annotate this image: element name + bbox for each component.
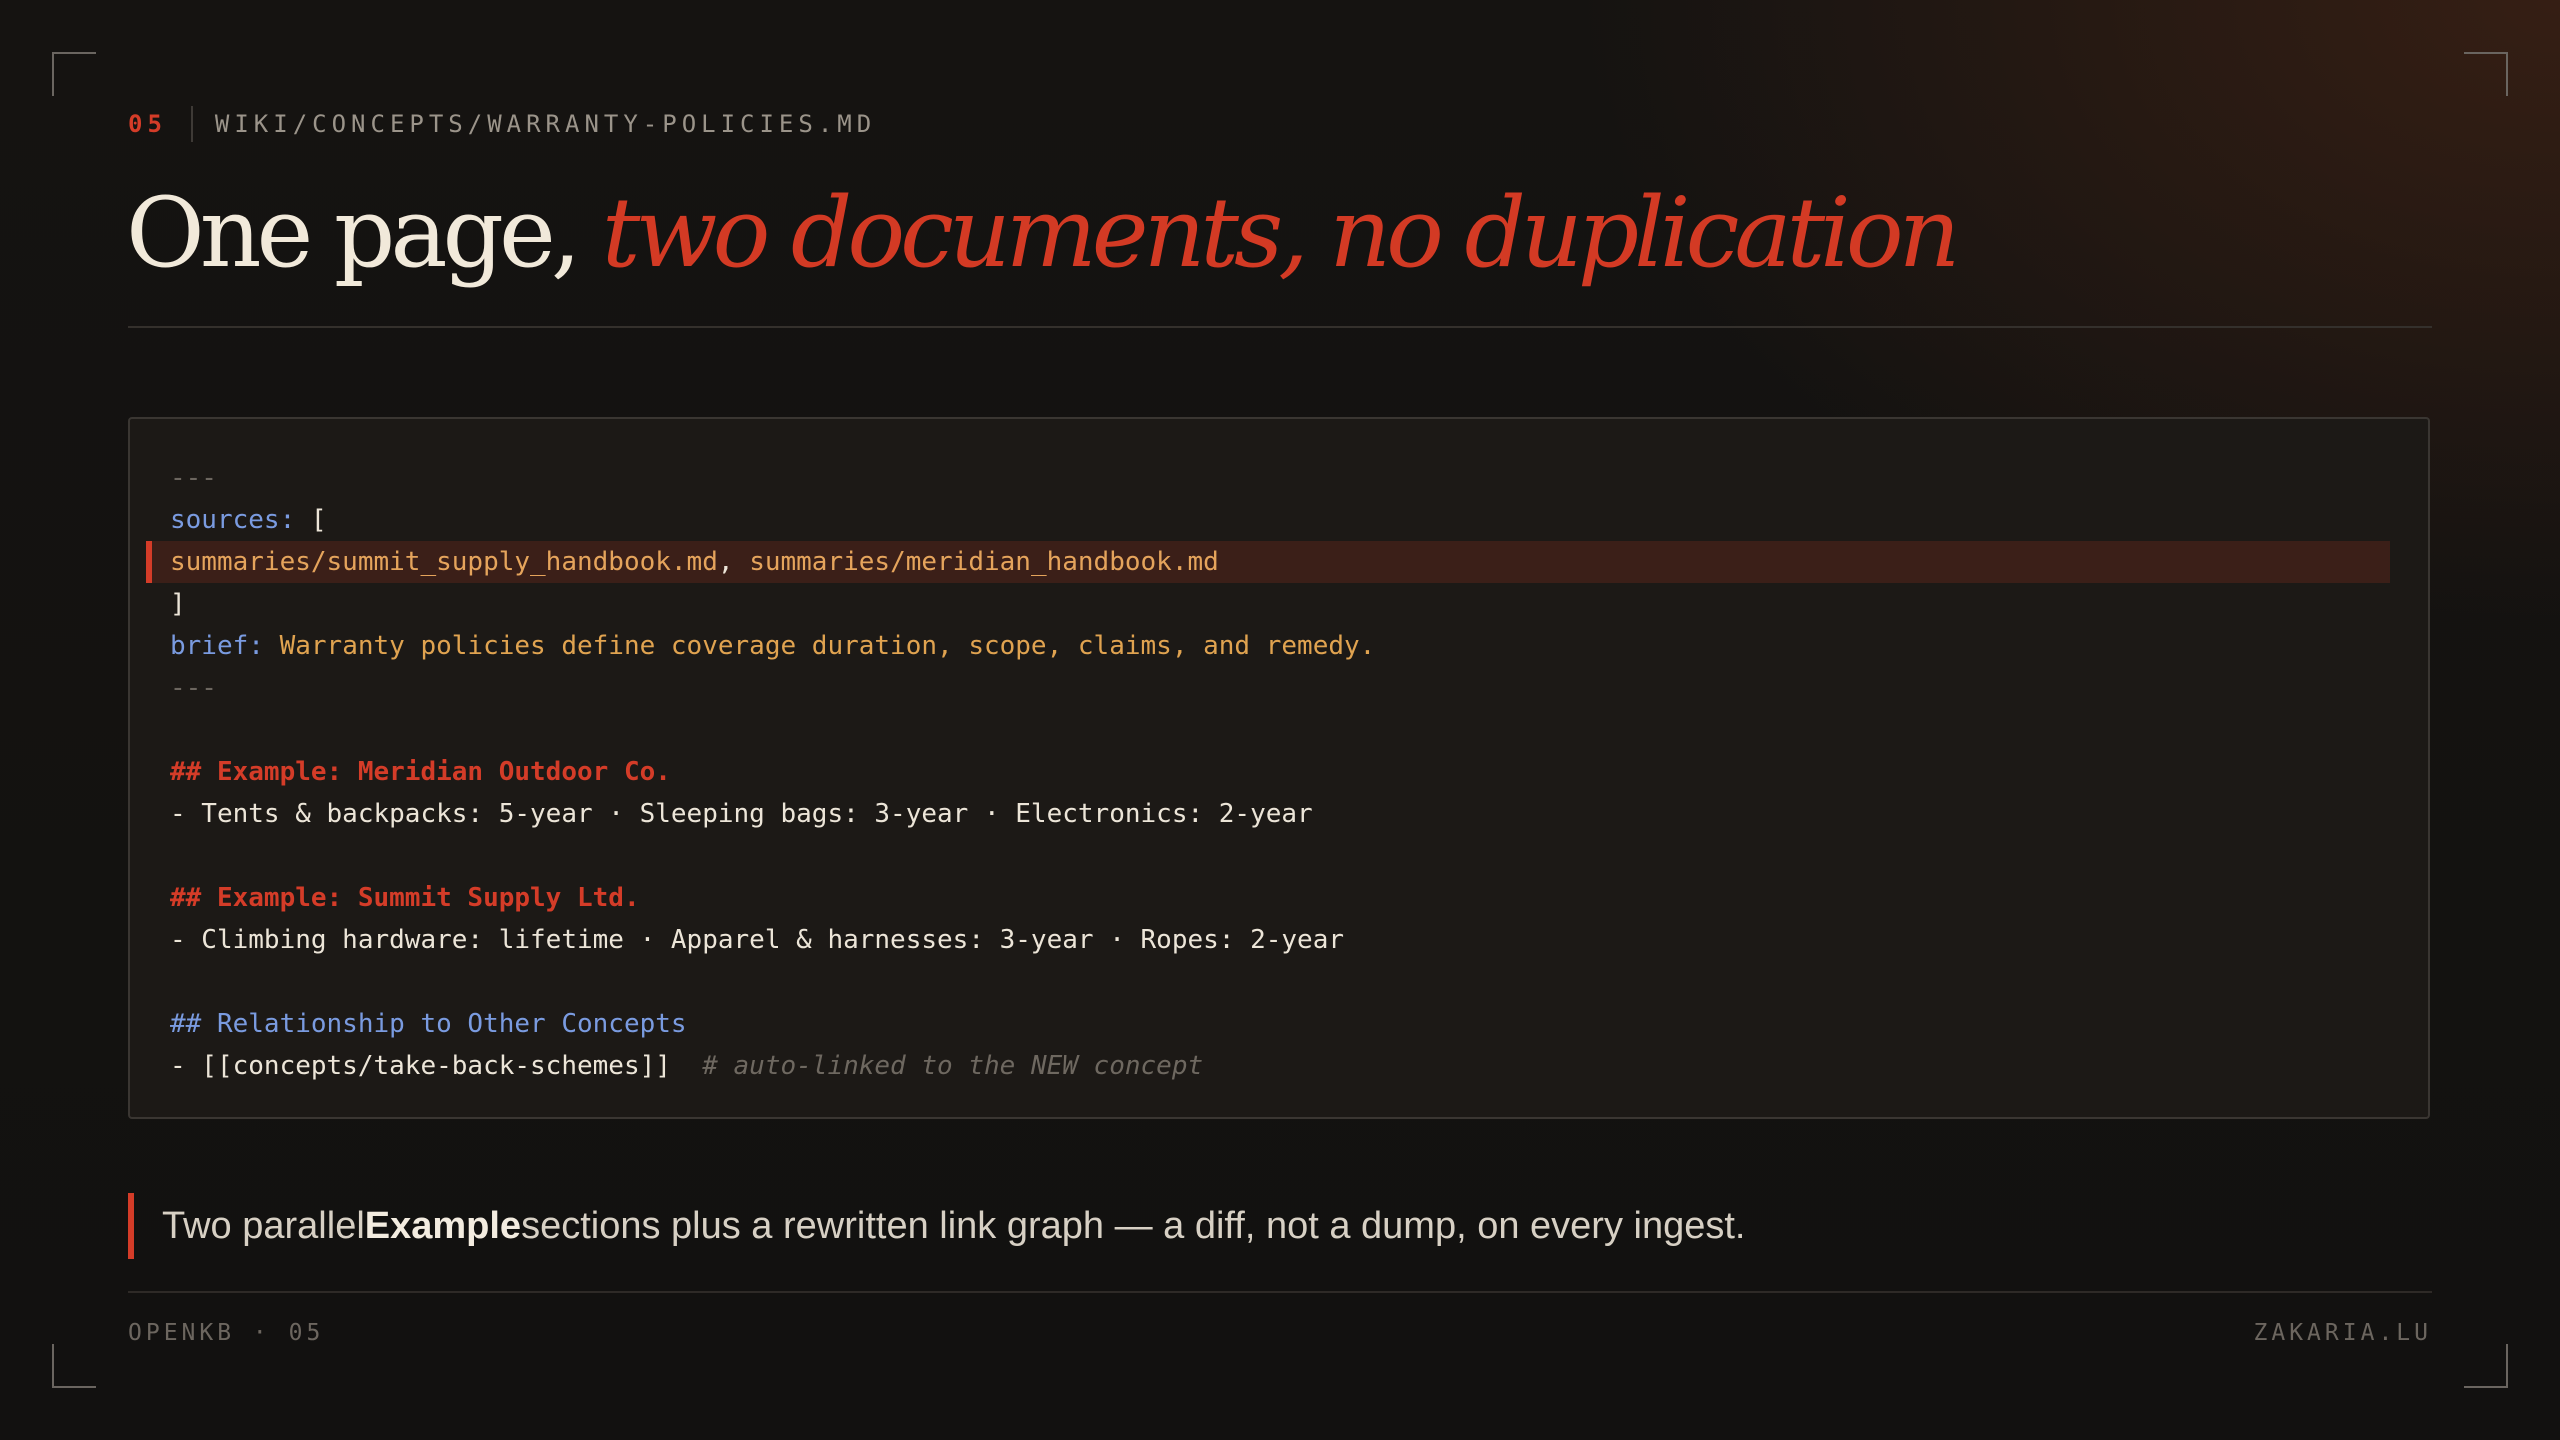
corner-mark-top-right bbox=[2464, 52, 2508, 96]
concept-link: - [[concepts/take-back-schemes]] bbox=[170, 1051, 671, 1081]
highlighted-code-line: summaries/summit_supply_handbook.md, sum… bbox=[146, 541, 2390, 583]
corner-mark-top-left bbox=[52, 52, 96, 96]
section-heading-summit: ## Example: Summit Supply Ltd. bbox=[170, 883, 640, 913]
callout-text-bold: Example bbox=[364, 1204, 522, 1247]
source-path-1: summaries/summit_supply_handbook.md bbox=[170, 547, 718, 577]
title-plain: One page, bbox=[126, 177, 602, 289]
sources-open: [ bbox=[295, 505, 327, 535]
section-body-meridian: - Tents & backpacks: 5-year · Sleeping b… bbox=[170, 799, 1313, 829]
code-line: ## Example: Meridian Outdoor Co. bbox=[130, 751, 2428, 793]
code-line: brief: Warranty policies define coverage… bbox=[130, 625, 2428, 667]
title-accent: two documents, no duplication bbox=[601, 177, 1961, 289]
code-line: - Climbing hardware: lifetime · Apparel … bbox=[130, 919, 2428, 961]
brief-key: brief: bbox=[170, 631, 264, 661]
frontmatter-close: --- bbox=[170, 673, 217, 703]
frontmatter-open: --- bbox=[170, 463, 217, 493]
slide-eyebrow: 05 WIKI/CONCEPTS/WARRANTY-POLICIES.MD bbox=[128, 104, 876, 144]
corner-mark-bottom-right bbox=[2464, 1344, 2508, 1388]
slide-number: 05 bbox=[128, 110, 167, 138]
eyebrow-divider bbox=[190, 106, 193, 142]
section-heading-meridian: ## Example: Meridian Outdoor Co. bbox=[170, 757, 671, 787]
code-line: ] bbox=[130, 583, 2428, 625]
code-line: --- bbox=[130, 667, 2428, 709]
code-line: sources: [ bbox=[130, 499, 2428, 541]
footer-divider bbox=[128, 1291, 2432, 1293]
code-panel: --- sources: [ summaries/summit_supply_h… bbox=[128, 417, 2430, 1119]
code-line: ## Example: Summit Supply Ltd. bbox=[130, 877, 2428, 919]
sources-close: ] bbox=[170, 589, 186, 619]
sources-key: sources: bbox=[170, 505, 296, 535]
code-lines: --- sources: [ summaries/summit_supply_h… bbox=[130, 457, 2428, 1087]
title-divider bbox=[128, 326, 2432, 328]
footer-site-label: ZAKARIA.LU bbox=[2253, 1320, 2432, 1346]
code-line: - Tents & backpacks: 5-year · Sleeping b… bbox=[130, 793, 2428, 835]
source-path-2: summaries/meridian_handbook.md bbox=[749, 547, 1219, 577]
section-body-summit: - Climbing hardware: lifetime · Apparel … bbox=[170, 925, 1344, 955]
code-line: --- bbox=[130, 457, 2428, 499]
footer-deck-label: OPENKB · 05 bbox=[128, 1320, 325, 1346]
brief-value: Warranty policies define coverage durati… bbox=[263, 631, 1376, 661]
corner-mark-bottom-left bbox=[52, 1344, 96, 1388]
callout-text-after: sections plus a rewritten link graph — a… bbox=[521, 1204, 1746, 1247]
code-line: - [[concepts/take-back-schemes]] # auto-… bbox=[130, 1045, 2428, 1087]
callout-quote: Two parallel Example sections plus a rew… bbox=[128, 1193, 2428, 1259]
callout-text-before: Two parallel bbox=[162, 1204, 365, 1247]
code-comment: # auto-linked to the NEW concept bbox=[702, 1051, 1204, 1081]
section-heading-relationship: ## Relationship to Other Concepts bbox=[170, 1009, 687, 1039]
slide-title: One page, two documents, no duplication bbox=[126, 168, 1961, 298]
source-separator: , bbox=[717, 547, 750, 577]
code-line: ## Relationship to Other Concepts bbox=[130, 1003, 2428, 1045]
file-path: WIKI/CONCEPTS/WARRANTY-POLICIES.MD bbox=[214, 110, 877, 138]
